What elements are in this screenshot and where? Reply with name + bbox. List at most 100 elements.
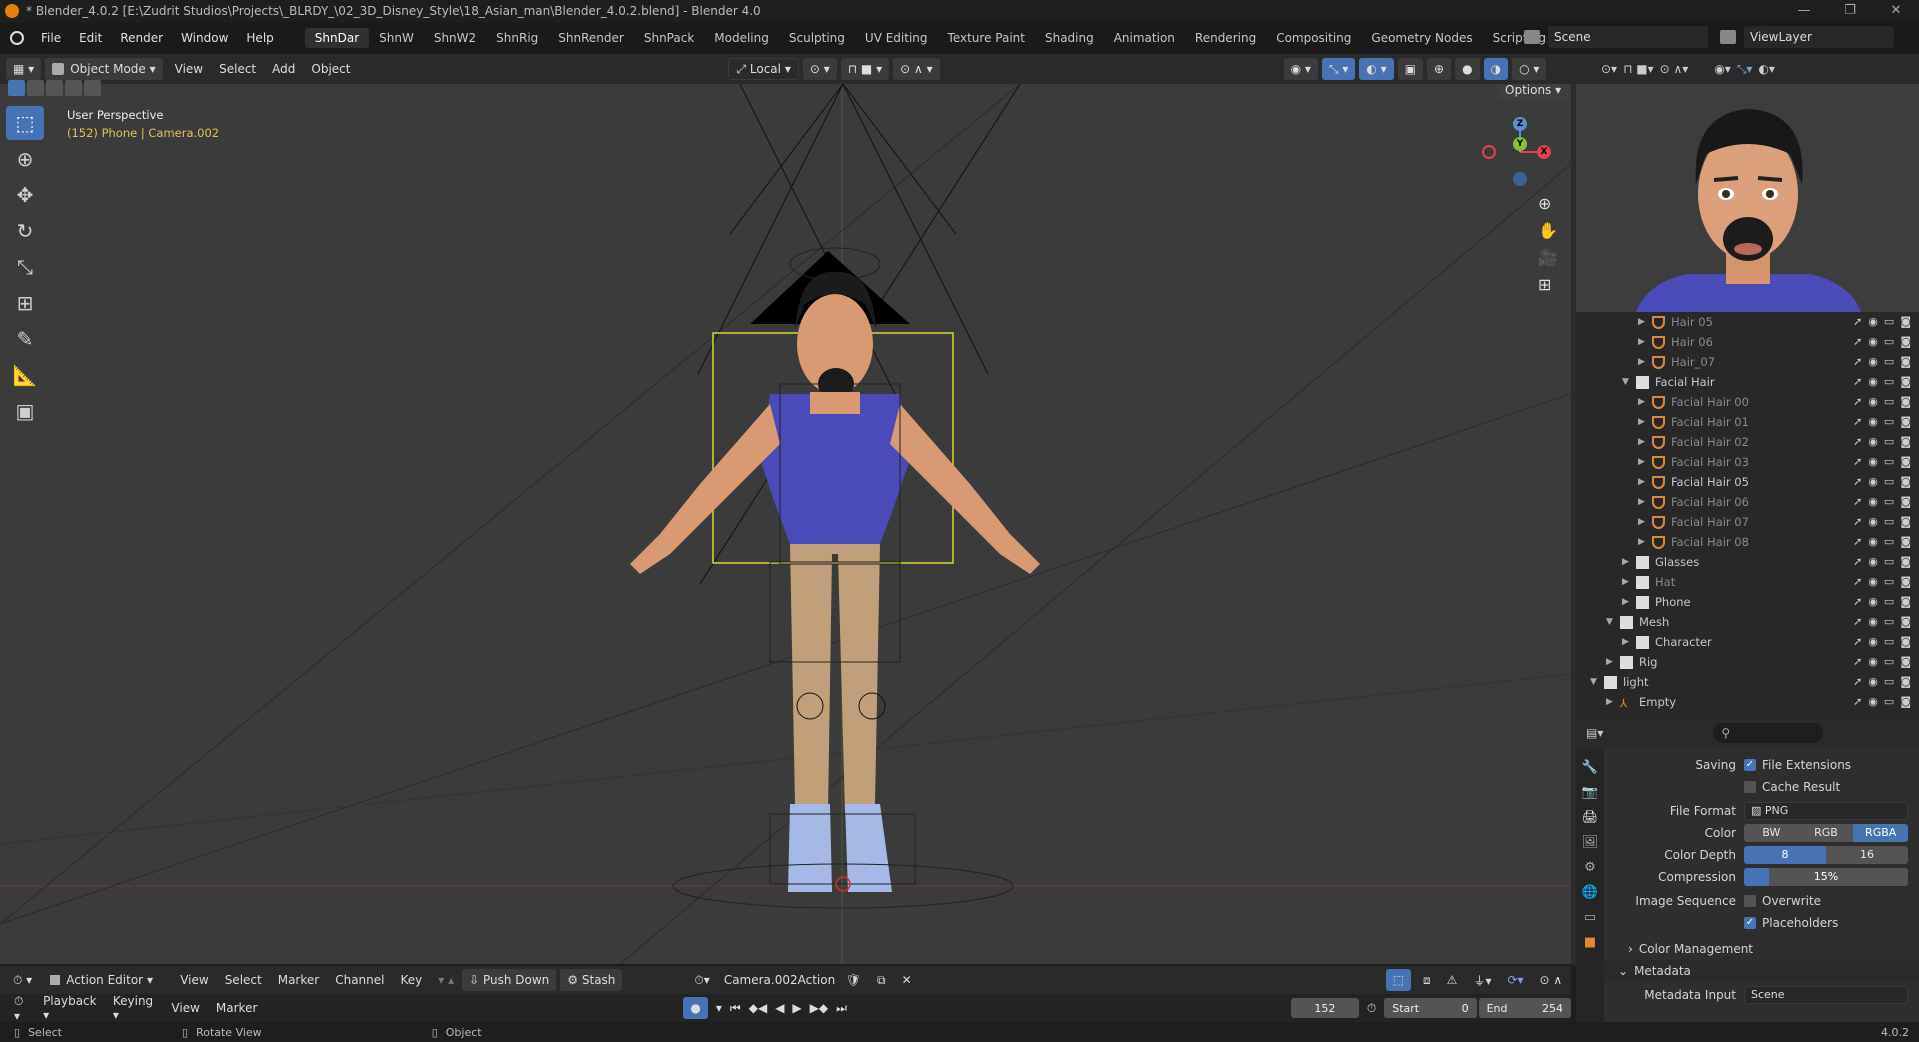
cache-result-checkbox[interactable] (1744, 781, 1756, 793)
workspace-tab-modeling[interactable]: Modeling (704, 28, 779, 48)
monitor-icon[interactable]: ▭ (1884, 515, 1894, 528)
menu-add[interactable]: Add (264, 62, 303, 76)
chevron-right-icon[interactable]: ▶ (1622, 637, 1636, 647)
camera-preview[interactable] (1576, 84, 1919, 312)
outliner-row[interactable]: ▶ Rig ➚ ◉ ▭ ◙ (1576, 652, 1919, 672)
editor-type-icon[interactable]: ▤▾ (1586, 726, 1603, 740)
monitor-icon[interactable]: ▭ (1884, 335, 1894, 348)
monitor-icon[interactable]: ▭ (1884, 495, 1894, 508)
outliner-row[interactable]: ▶ ⅄ Empty ➚ ◉ ▭ ◙ (1576, 692, 1919, 712)
outliner-row[interactable]: ▶ Facial Hair 05 ➚ ◉ ▭ ◙ (1576, 472, 1919, 492)
select-arrow-icon[interactable]: ➚ (1853, 515, 1862, 528)
eye-icon[interactable]: ◉ (1868, 655, 1878, 668)
shading-rendered-icon[interactable]: ○ ▾ (1512, 58, 1547, 80)
monitor-icon[interactable]: ▭ (1884, 615, 1894, 628)
select-arrow-icon[interactable]: ➚ (1853, 575, 1862, 588)
monitor-icon[interactable]: ▭ (1884, 355, 1894, 368)
workspace-tab-animation[interactable]: Animation (1104, 28, 1185, 48)
monitor-icon[interactable]: ▭ (1884, 575, 1894, 588)
outliner-row[interactable]: ▼ light ➚ ◉ ▭ ◙ (1576, 672, 1919, 692)
scale-icon[interactable]: ⤡ (6, 250, 44, 284)
camera-icon[interactable]: ◙ (1900, 655, 1911, 668)
ae-menu-marker[interactable]: Marker (270, 973, 327, 987)
select-box-icon[interactable]: ⬚ (6, 106, 44, 140)
chevron-right-icon[interactable]: ▶ (1638, 497, 1652, 507)
camera-icon[interactable]: ◙ (1900, 595, 1911, 608)
play-icon[interactable]: ▶ (788, 1001, 805, 1015)
chevron-right-icon[interactable]: ▶ (1638, 477, 1652, 487)
camera-icon[interactable]: ◙ (1900, 695, 1911, 708)
select-arrow-icon[interactable]: ➚ (1853, 695, 1862, 708)
transform-icon[interactable]: ⊞ (6, 286, 44, 320)
chevron-right-icon[interactable]: ▶ (1606, 657, 1620, 667)
world-tab-icon[interactable]: 🌐 (1582, 885, 1598, 900)
viewlayer-selector[interactable]: ViewLayer (1744, 26, 1894, 48)
workspace-tab-uv-editing[interactable]: UV Editing (855, 28, 938, 48)
push-down-button[interactable]: ⇩ Push Down (462, 969, 557, 991)
workspace-tab-shnrig[interactable]: ShnRig (486, 28, 548, 48)
chevron-right-icon[interactable]: ▶ (1622, 557, 1636, 567)
gizmo-y-axis[interactable]: Y (1513, 137, 1527, 151)
maximize-button[interactable]: ❐ (1827, 0, 1873, 22)
outliner-row[interactable]: ▶ Facial Hair 06 ➚ ◉ ▭ ◙ (1576, 492, 1919, 512)
3d-viewport[interactable]: User Perspective (152) Phone | Camera.00… (0, 84, 1571, 964)
properties-search[interactable]: ⚲ (1713, 723, 1824, 743)
outliner-row[interactable]: ▼ Mesh ➚ ◉ ▭ ◙ (1576, 612, 1919, 632)
outliner-row[interactable]: ▼ Facial Hair ➚ ◉ ▭ ◙ (1576, 372, 1919, 392)
chevron-right-icon[interactable]: ▶ (1638, 437, 1652, 447)
gizmo-neg-z-axis[interactable] (1513, 172, 1527, 186)
tl-menu-marker[interactable]: Marker (208, 1001, 265, 1015)
menu-view[interactable]: View (167, 62, 211, 76)
navigation-gizmo[interactable]: Z Y X (1480, 112, 1560, 192)
jump-keyframe-back-icon[interactable]: ◆◀ (745, 1001, 771, 1015)
auto-snap-icon[interactable]: ⟳▾ (1499, 973, 1531, 987)
select-arrow-icon[interactable]: ➚ (1853, 495, 1862, 508)
workspace-tab-shnw2[interactable]: ShnW2 (424, 28, 486, 48)
visibility-icon[interactable]: ◉ ▾ (1283, 58, 1318, 80)
outliner-row[interactable]: ▶ Character ➚ ◉ ▭ ◙ (1576, 632, 1919, 652)
menu-window[interactable]: Window (172, 31, 237, 45)
outliner-row[interactable]: ▶ Hat ➚ ◉ ▭ ◙ (1576, 572, 1919, 592)
camera-icon[interactable]: ◙ (1900, 555, 1911, 568)
gizmo-neg-x-axis[interactable] (1482, 145, 1496, 159)
eye-icon[interactable]: ◉ (1868, 515, 1878, 528)
menu-help[interactable]: Help (237, 31, 282, 45)
chevron-right-icon[interactable]: ▶ (1638, 357, 1652, 367)
scene-selector[interactable]: Scene (1548, 26, 1708, 48)
editor-type-button[interactable]: ▦ ▾ (6, 58, 42, 80)
camera-icon[interactable]: ◙ (1900, 315, 1911, 328)
select-arrow-icon[interactable]: ➚ (1853, 355, 1862, 368)
ae-menu-key[interactable]: Key (392, 973, 430, 987)
camera-icon[interactable]: ◙ (1900, 355, 1911, 368)
chevron-down-icon[interactable]: ▼ (1590, 677, 1604, 687)
only-selected-icon[interactable]: ⬚ (1385, 969, 1412, 991)
shading-wireframe-icon[interactable]: ⊕ (1427, 58, 1452, 80)
eye-icon[interactable]: ◉ (1868, 355, 1878, 368)
minimize-button[interactable]: — (1781, 0, 1827, 22)
ae-menu-channel[interactable]: Channel (327, 973, 392, 987)
camera-icon[interactable]: ◙ (1900, 375, 1911, 388)
tl-menu-playback[interactable]: Playback ▾ (35, 994, 105, 1022)
color-rgba-button[interactable]: RGBA (1853, 824, 1908, 842)
duplicate-action-icon[interactable]: ⧉ (869, 973, 894, 988)
action-name-field[interactable]: Camera.002Action (717, 970, 838, 990)
workspace-tab-texture-paint[interactable]: Texture Paint (938, 28, 1035, 48)
tool-tab-icon[interactable]: 🔧 (1582, 760, 1598, 775)
outliner-row[interactable]: ▶ Facial Hair 02 ➚ ◉ ▭ ◙ (1576, 432, 1919, 452)
eye-icon[interactable]: ◉ (1868, 695, 1878, 708)
monitor-icon[interactable]: ▭ (1884, 315, 1894, 328)
object-tab-icon[interactable]: ■ (1584, 935, 1596, 950)
layer-arrows-icon[interactable]: ▾ ▴ (430, 973, 462, 987)
workspace-tab-geometry-nodes[interactable]: Geometry Nodes (1361, 28, 1482, 48)
camera-icon[interactable]: ◙ (1900, 455, 1911, 468)
menu-file[interactable]: File (32, 31, 70, 45)
preview-range-icon[interactable]: ⏱ (1359, 1001, 1384, 1016)
outliner-row[interactable]: ▶ Facial Hair 00 ➚ ◉ ▭ ◙ (1576, 392, 1919, 412)
only-errors-icon[interactable]: ⚠ (1439, 973, 1466, 987)
jump-end-icon[interactable]: ⏭ (832, 1001, 851, 1016)
proportional-icon[interactable]: ⊙ ∧▾ (1660, 62, 1689, 76)
workspace-tab-shndar[interactable]: ShnDar (304, 28, 370, 48)
shading-material-icon[interactable]: ◑ (1483, 58, 1509, 80)
select-invert-icon[interactable] (65, 80, 82, 96)
select-arrow-icon[interactable]: ➚ (1853, 675, 1862, 688)
